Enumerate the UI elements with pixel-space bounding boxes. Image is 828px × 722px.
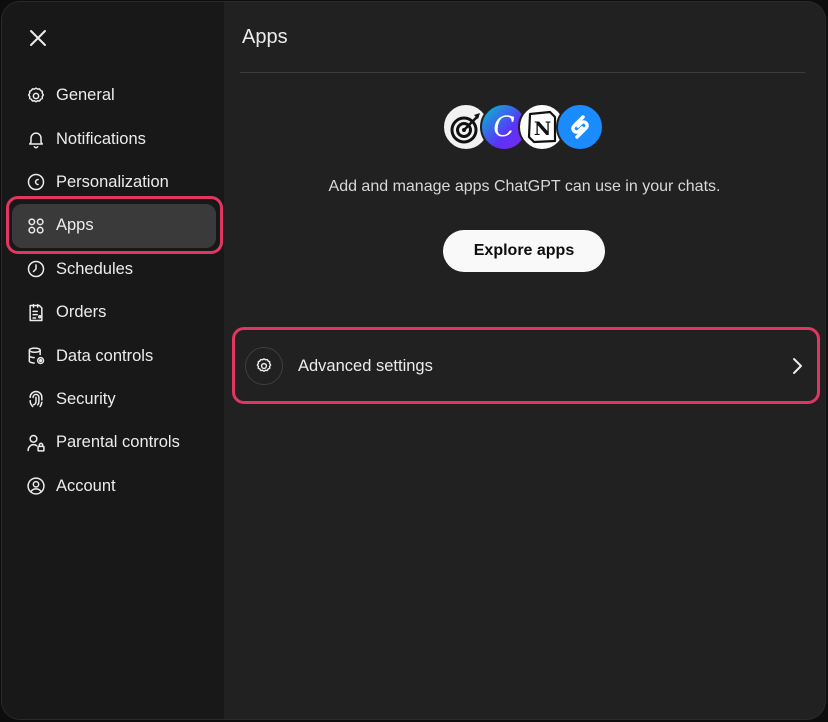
chevron-right-icon: [790, 357, 804, 375]
sidebar-item-label: Apps: [56, 216, 94, 235]
shazam-logo: [556, 103, 604, 151]
fingerprint-icon: [25, 388, 47, 410]
database-icon: [25, 345, 47, 367]
settings-window: General Notifications Personalization Ap…: [2, 2, 825, 719]
sidebar-item-data-controls[interactable]: Data controls: [12, 334, 216, 377]
sidebar-item-orders[interactable]: Orders: [12, 291, 216, 334]
sidebar-item-label: Personalization: [56, 172, 169, 191]
close-icon: [30, 30, 46, 46]
sidebar-item-security[interactable]: Security: [12, 378, 216, 421]
svg-text:C: C: [493, 110, 514, 143]
advanced-settings-label: Advanced settings: [298, 356, 433, 375]
sidebar-item-personalization[interactable]: Personalization: [12, 161, 216, 204]
settings-nav: General Notifications Personalization Ap…: [12, 74, 216, 508]
clock-icon: [25, 258, 47, 280]
page-title: Apps: [242, 26, 288, 48]
sidebar-item-apps[interactable]: Apps: [12, 204, 216, 248]
sidebar-item-label: Schedules: [56, 259, 134, 278]
close-button[interactable]: [24, 24, 52, 52]
sidebar-item-general[interactable]: General: [12, 74, 216, 117]
title-divider: [240, 72, 805, 73]
sidebar-item-label: Parental controls: [56, 433, 180, 452]
sidebar-item-label: Notifications: [56, 129, 146, 148]
svg-text:N: N: [534, 118, 551, 140]
sidebar-item-parental-controls[interactable]: Parental controls: [12, 421, 216, 464]
sidebar-item-schedules[interactable]: Schedules: [12, 248, 216, 291]
explore-apps-button[interactable]: Explore apps: [443, 230, 605, 272]
personalization-icon: [25, 171, 47, 193]
apps-description: Add and manage apps ChatGPT can use in y…: [328, 178, 721, 195]
sidebar-item-label: Security: [56, 389, 116, 408]
sidebar-item-label: Account: [56, 476, 116, 495]
account-icon: [25, 475, 47, 497]
apps-settings-panel: Apps C N Add and manage apps ChatGPT can…: [224, 2, 825, 719]
sidebar-item-label: General: [56, 86, 115, 105]
app-logos: C N: [442, 103, 612, 153]
parental-icon: [25, 432, 47, 454]
gear-icon: [245, 347, 283, 385]
sidebar-item-account[interactable]: Account: [12, 465, 216, 508]
settings-sidebar: General Notifications Personalization Ap…: [2, 2, 224, 719]
apps-grid-icon: [25, 215, 47, 237]
advanced-settings-row[interactable]: Advanced settings: [238, 330, 818, 402]
receipt-icon: [25, 302, 47, 324]
bell-icon: [25, 128, 47, 150]
sidebar-item-notifications[interactable]: Notifications: [12, 117, 216, 160]
gear-icon: [25, 85, 47, 107]
sidebar-item-label: Data controls: [56, 346, 154, 365]
sidebar-item-label: Orders: [56, 303, 107, 322]
